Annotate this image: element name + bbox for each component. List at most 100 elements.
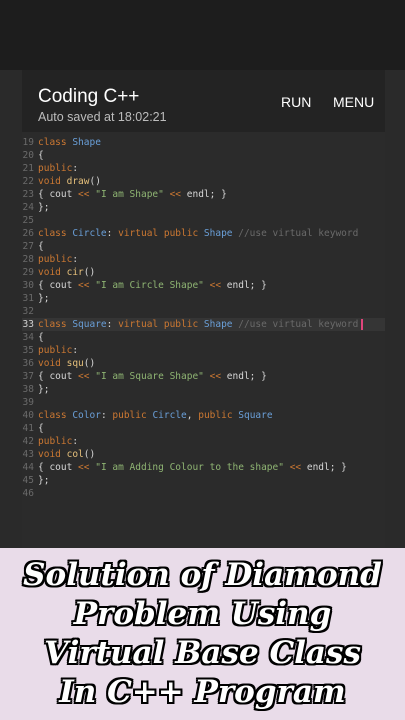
code-line[interactable]: 24}; — [22, 201, 385, 214]
left-backdrop — [0, 70, 22, 548]
text-cursor — [361, 319, 364, 330]
code-text: void cir() — [38, 266, 95, 279]
menu-button[interactable]: MENU — [333, 94, 374, 110]
banner-line: Virtual Base Class — [44, 635, 361, 671]
code-text: }; — [38, 383, 49, 396]
code-line[interactable]: 21 public: — [22, 162, 385, 175]
code-line[interactable]: 22 void draw() — [22, 175, 385, 188]
line-number: 34 — [22, 332, 34, 343]
code-editor[interactable]: 19 class Shape 20{21 public: 22 void draw() 23… — [22, 136, 385, 568]
code-text: { cout << "I am Adding Colour to the sha… — [38, 461, 347, 474]
code-token: , — [186, 410, 199, 421]
code-token: { — [38, 423, 44, 434]
code-line[interactable]: 26 class Circle: virtual public Shape //u… — [22, 227, 385, 240]
line-number: 25 — [22, 215, 34, 226]
code-line[interactable]: 27 { — [22, 240, 385, 253]
code-line[interactable]: 39 — [22, 396, 385, 409]
code-line[interactable]: 33 class Square: virtual public Shape //u… — [22, 318, 385, 331]
code-text: public: — [38, 253, 78, 266]
code-line[interactable]: 31}; — [22, 292, 385, 305]
line-number: 39 — [22, 397, 34, 408]
code-token: }; — [38, 202, 50, 213]
code-token: { cout — [38, 189, 79, 200]
code-text: public: — [38, 435, 78, 448]
code-token: class — [38, 410, 73, 421]
line-number: 23 — [22, 189, 34, 200]
code-token: //use virtual keyword — [238, 228, 359, 239]
code-token: () — [83, 267, 96, 278]
line-number: 33 — [22, 319, 34, 330]
code-line[interactable]: 23 { cout << "I am Shape" << endl; } — [22, 188, 385, 201]
code-token: () — [83, 449, 96, 460]
code-line[interactable]: 42 public: — [22, 435, 385, 448]
code-line[interactable]: 38}; — [22, 383, 385, 396]
code-line[interactable]: 29 void cir() — [22, 266, 385, 279]
line-number: 45 — [22, 475, 34, 486]
code-line[interactable]: 41 { — [22, 422, 385, 435]
line-number: 40 — [22, 410, 34, 421]
code-token: Square — [72, 319, 107, 330]
code-text: void draw() — [38, 175, 101, 188]
code-token: void — [38, 449, 67, 460]
line-number: 26 — [22, 228, 34, 239]
code-token: class — [38, 319, 73, 330]
code-token: virtual public — [118, 319, 204, 330]
line-number: 31 — [22, 293, 34, 304]
line-number: 32 — [22, 306, 34, 317]
code-line[interactable]: 46 — [22, 487, 385, 500]
code-token: cir — [66, 267, 84, 278]
code-text: void squ() — [38, 357, 95, 370]
code-token: () — [83, 358, 96, 369]
code-token: void — [38, 267, 67, 278]
code-line[interactable]: 37 { cout << "I am Square Shape" << endl;… — [22, 370, 385, 383]
code-token: }; — [38, 384, 50, 395]
code-token: Square — [238, 410, 273, 421]
code-text: class Color: public Circle, public Squar… — [38, 409, 273, 422]
code-token: }; — [38, 475, 50, 486]
line-number: 44 — [22, 462, 34, 473]
code-token: //use virtual keyword — [238, 319, 359, 330]
code-token: draw — [66, 176, 90, 187]
code-text: { cout << "I am Circle Shape" << endl; } — [38, 279, 267, 292]
code-line[interactable]: 19 class Shape — [22, 136, 385, 149]
code-token: : — [72, 163, 79, 174]
code-line[interactable]: 35 public: — [22, 344, 385, 357]
code-line[interactable]: 44 { cout << "I am Adding Colour to the s… — [22, 461, 385, 474]
code-token: virtual public — [118, 228, 204, 239]
code-line[interactable]: 30 { cout << "I am Circle Shape" << endl;… — [22, 279, 385, 292]
app-title: Coding C++ — [38, 86, 140, 107]
code-token: { cout — [38, 280, 79, 291]
code-line[interactable]: 36 void squ() — [22, 357, 385, 370]
code-token: << — [78, 280, 90, 291]
code-text: { cout << "I am Shape" << endl; } — [38, 188, 227, 201]
code-token: "I am Adding Colour to the shape" — [89, 462, 290, 473]
code-token: public — [198, 410, 239, 421]
code-line[interactable]: 25 — [22, 214, 385, 227]
code-editor-app: Coding C++ Auto saved at 18:02:21 RUN ME… — [22, 70, 385, 567]
code-line[interactable]: 45}; — [22, 474, 385, 487]
line-number: 24 — [22, 202, 34, 213]
code-line[interactable]: 32 — [22, 305, 385, 318]
code-token: "I am Shape" — [89, 189, 170, 200]
code-token: Circle — [72, 228, 107, 239]
code-line[interactable]: 34 { — [22, 331, 385, 344]
code-line[interactable]: 28 public: — [22, 253, 385, 266]
code-text: public: — [38, 162, 78, 175]
code-text: { — [38, 422, 44, 435]
code-line[interactable]: 43 void col() — [22, 448, 385, 461]
banner-line: Problem Using — [73, 596, 332, 632]
code-token: endl; } — [301, 462, 347, 473]
code-token: class — [38, 228, 73, 239]
autosave-status: Auto saved at 18:02:21 — [38, 110, 167, 124]
banner-caption: Solution of Diamond Problem Using Virtua… — [0, 556, 405, 712]
code-token: endl; } — [181, 189, 227, 200]
code-line[interactable]: 40 class Color: public Circle, public Squ… — [22, 409, 385, 422]
code-token: : — [72, 254, 79, 265]
code-line[interactable]: 20 { — [22, 149, 385, 162]
line-number: 30 — [22, 280, 34, 291]
code-text: }; — [38, 201, 49, 214]
line-number: 43 — [22, 449, 34, 460]
code-token: endl; } — [221, 371, 267, 382]
line-number: 29 — [22, 267, 34, 278]
run-button[interactable]: RUN — [281, 94, 311, 110]
